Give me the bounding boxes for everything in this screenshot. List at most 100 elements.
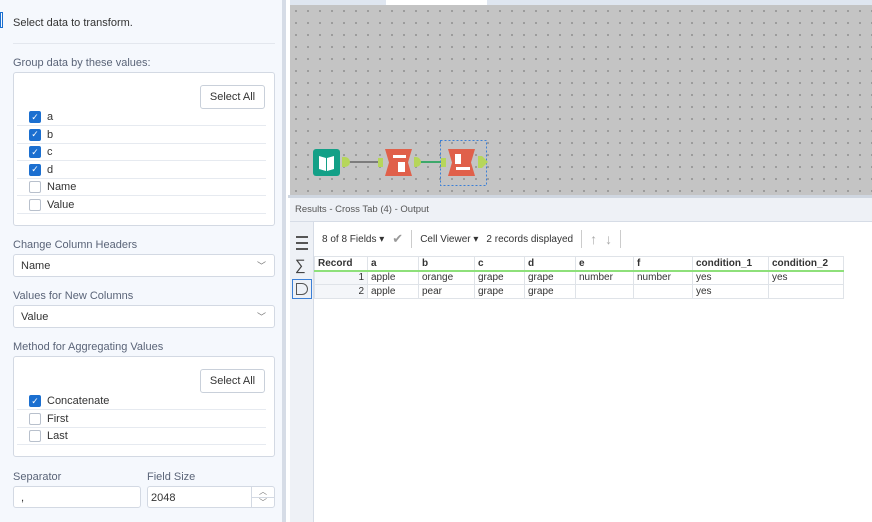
chevron-down-icon: ﹀ bbox=[256, 261, 266, 271]
checkbox-label: b bbox=[47, 128, 54, 141]
table-cell[interactable]: pear bbox=[418, 284, 475, 299]
method-label: Method for Aggregating Values bbox=[13, 341, 164, 353]
fields-dropdown[interactable]: 8 of 8 Fields ▾ bbox=[322, 234, 384, 245]
column-header[interactable]: condition_2 bbox=[768, 256, 844, 272]
results-toolbar: 8 of 8 Fields ▾ ✔ Cell Viewer ▾ 2 record… bbox=[322, 228, 622, 250]
checkbox-row-a[interactable]: ✓ a bbox=[17, 109, 266, 126]
table-cell[interactable]: yes bbox=[692, 270, 769, 285]
transpose-tool-icon[interactable] bbox=[385, 149, 412, 176]
table-cell[interactable]: number bbox=[633, 270, 693, 285]
checkbox-row-last[interactable]: Last bbox=[17, 428, 266, 445]
divider bbox=[13, 43, 275, 44]
separator-label: Separator bbox=[13, 471, 62, 483]
column-header[interactable]: condition_1 bbox=[692, 256, 769, 272]
checkbox-label: Concatenate bbox=[47, 395, 110, 407]
checkbox-label: Name bbox=[47, 181, 77, 193]
checkbox-row-d[interactable]: ✓ d bbox=[17, 162, 266, 179]
table-cell[interactable]: grape bbox=[524, 284, 576, 299]
headers-label: Change Column Headers bbox=[13, 239, 138, 251]
table-cell[interactable]: yes bbox=[692, 284, 769, 299]
column-header[interactable]: b bbox=[418, 256, 475, 272]
table-cell[interactable] bbox=[633, 284, 693, 299]
chevron-down-icon[interactable]: ﹀ bbox=[252, 497, 274, 508]
fieldsize-label: Field Size bbox=[147, 471, 196, 483]
table-cell[interactable] bbox=[575, 284, 634, 299]
column-header[interactable]: a bbox=[367, 256, 419, 272]
input-anchor-icon[interactable] bbox=[441, 158, 446, 167]
table-cell[interactable]: apple bbox=[367, 284, 419, 299]
chevron-down-icon: ﹀ bbox=[256, 312, 266, 322]
column-header[interactable]: d bbox=[524, 256, 576, 272]
workflow-canvas[interactable] bbox=[290, 5, 872, 195]
column-header[interactable]: c bbox=[474, 256, 525, 272]
crosstab-tool-icon[interactable] bbox=[448, 149, 475, 176]
cell-viewer-dropdown[interactable]: Cell Viewer ▾ bbox=[420, 234, 478, 245]
column-header[interactable]: Record bbox=[314, 256, 368, 272]
input-anchor-icon[interactable] bbox=[378, 158, 383, 167]
checkbox-label: c bbox=[47, 146, 53, 158]
input-tool-icon[interactable] bbox=[313, 149, 340, 176]
table-cell[interactable]: yes bbox=[768, 270, 844, 285]
table-cell[interactable]: grape bbox=[474, 270, 525, 285]
checkbox-row-concatenate[interactable]: ✓ Concatenate bbox=[17, 393, 266, 410]
sigma-icon[interactable]: ∑ bbox=[295, 258, 313, 274]
checkbox-row-first[interactable]: First bbox=[17, 411, 266, 428]
table-cell[interactable]: apple bbox=[367, 270, 419, 285]
metadata-icon[interactable] bbox=[292, 279, 312, 299]
checkbox-label: First bbox=[47, 412, 69, 425]
table-cell[interactable] bbox=[768, 284, 844, 299]
table-cell[interactable]: 1 bbox=[314, 270, 368, 285]
checkbox[interactable]: ✓ bbox=[29, 395, 41, 407]
arrow-down-icon[interactable]: ↓ bbox=[605, 231, 612, 247]
results-table: Record a b c d e f condition_1 condition_2 1 apple… bbox=[314, 256, 844, 299]
check-icon[interactable]: ✔ bbox=[392, 231, 403, 247]
checkbox[interactable] bbox=[29, 198, 41, 211]
table-cell[interactable]: orange bbox=[418, 270, 475, 285]
checkbox[interactable]: ✓ bbox=[29, 111, 41, 123]
checkbox[interactable] bbox=[29, 412, 41, 425]
group-select-all-button[interactable]: Select All bbox=[200, 85, 265, 109]
checkbox[interactable]: ✓ bbox=[29, 146, 41, 158]
column-header[interactable]: e bbox=[575, 256, 634, 272]
arrow-up-icon[interactable]: ↑ bbox=[590, 231, 597, 247]
results-title: Results - Cross Tab (4) - Output bbox=[290, 198, 872, 222]
output-anchor-icon[interactable] bbox=[414, 157, 421, 167]
values-value: Value bbox=[21, 311, 49, 323]
table-cell[interactable]: grape bbox=[524, 270, 576, 285]
checkbox-label: Value bbox=[47, 198, 75, 211]
checkbox[interactable] bbox=[29, 181, 41, 193]
output-anchor-icon[interactable] bbox=[478, 156, 488, 168]
fieldsize-stepper[interactable]: 2048 ︿ ﹀ bbox=[147, 486, 275, 508]
headers-value: Name bbox=[21, 260, 51, 272]
separator-input[interactable]: , bbox=[13, 486, 141, 508]
values-select[interactable]: Value ﹀ bbox=[13, 305, 275, 328]
checkbox[interactable]: ✓ bbox=[29, 163, 41, 176]
checkbox-row-c[interactable]: ✓ c bbox=[17, 144, 266, 161]
table-cell[interactable]: 2 bbox=[314, 284, 368, 299]
table-cell[interactable]: number bbox=[575, 270, 634, 285]
checkbox-row-value[interactable]: Value bbox=[17, 197, 266, 214]
records-view-icon[interactable] bbox=[296, 236, 308, 250]
checkbox[interactable]: ✓ bbox=[29, 128, 41, 141]
column-header[interactable]: f bbox=[633, 256, 693, 272]
table-row: 2 apple pear grape grape yes bbox=[314, 284, 844, 299]
headers-select[interactable]: Name ﹀ bbox=[13, 254, 275, 277]
panel-handle[interactable] bbox=[0, 12, 3, 28]
table-row: 1 apple orange grape grape number number yes yes bbox=[314, 270, 844, 285]
checkbox-label: Last bbox=[47, 430, 68, 442]
intro-text: Select data to transform. bbox=[13, 17, 133, 29]
table-cell[interactable]: grape bbox=[474, 284, 525, 299]
chevron-up-icon[interactable]: ︿ bbox=[252, 487, 274, 497]
output-anchor-icon[interactable] bbox=[342, 157, 350, 167]
method-select-all-button[interactable]: Select All bbox=[200, 369, 265, 393]
values-label: Values for New Columns bbox=[13, 290, 134, 302]
checkbox-row-b[interactable]: ✓ b bbox=[17, 127, 266, 144]
fieldsize-value: 2048 bbox=[151, 492, 176, 504]
checkbox-row-name[interactable]: Name bbox=[17, 179, 266, 196]
checkbox[interactable] bbox=[29, 430, 41, 442]
checkbox-label: d bbox=[47, 163, 54, 176]
records-count: 2 records displayed bbox=[486, 233, 574, 245]
checkbox-label: a bbox=[47, 111, 54, 123]
results-sidebar: ∑ bbox=[290, 222, 314, 522]
group-label: Group data by these values: bbox=[13, 57, 151, 69]
